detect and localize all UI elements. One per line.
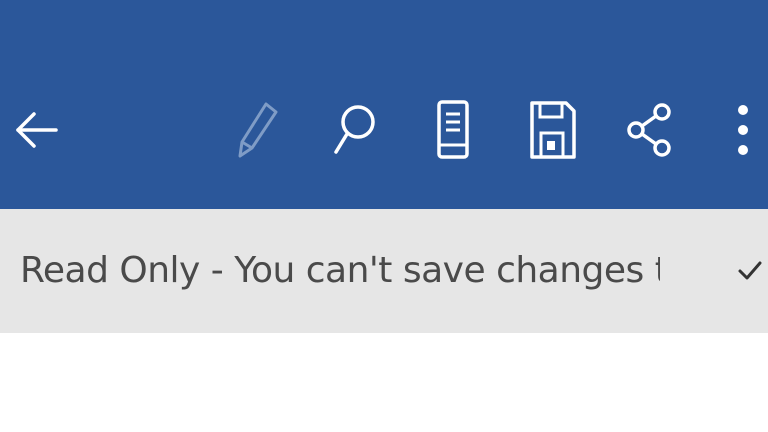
- pencil-icon: [238, 102, 278, 158]
- document-area[interactable]: [0, 333, 768, 432]
- more-options-icon: [738, 105, 748, 155]
- app-toolbar: [0, 0, 768, 209]
- find-button[interactable]: [322, 96, 386, 164]
- checkmark-icon: [738, 261, 762, 280]
- search-icon: [334, 105, 375, 154]
- back-button[interactable]: [4, 96, 68, 164]
- save-button[interactable]: [520, 96, 584, 164]
- share-icon: [627, 103, 671, 157]
- read-only-banner: Read Only - You can't save changes to t.…: [0, 209, 768, 333]
- mobile-view-button[interactable]: [421, 96, 485, 164]
- word-mobile-app: Read Only - You can't save changes to t.…: [0, 0, 768, 432]
- dismiss-banner-button[interactable]: [730, 249, 768, 293]
- more-options-button[interactable]: [718, 96, 768, 164]
- save-icon: [530, 101, 576, 159]
- mobile-view-icon: [437, 100, 469, 159]
- share-button[interactable]: [618, 96, 682, 164]
- edit-button[interactable]: [224, 96, 288, 164]
- back-arrow-icon: [16, 112, 58, 148]
- read-only-message: Read Only - You can't save changes to t.…: [20, 250, 660, 291]
